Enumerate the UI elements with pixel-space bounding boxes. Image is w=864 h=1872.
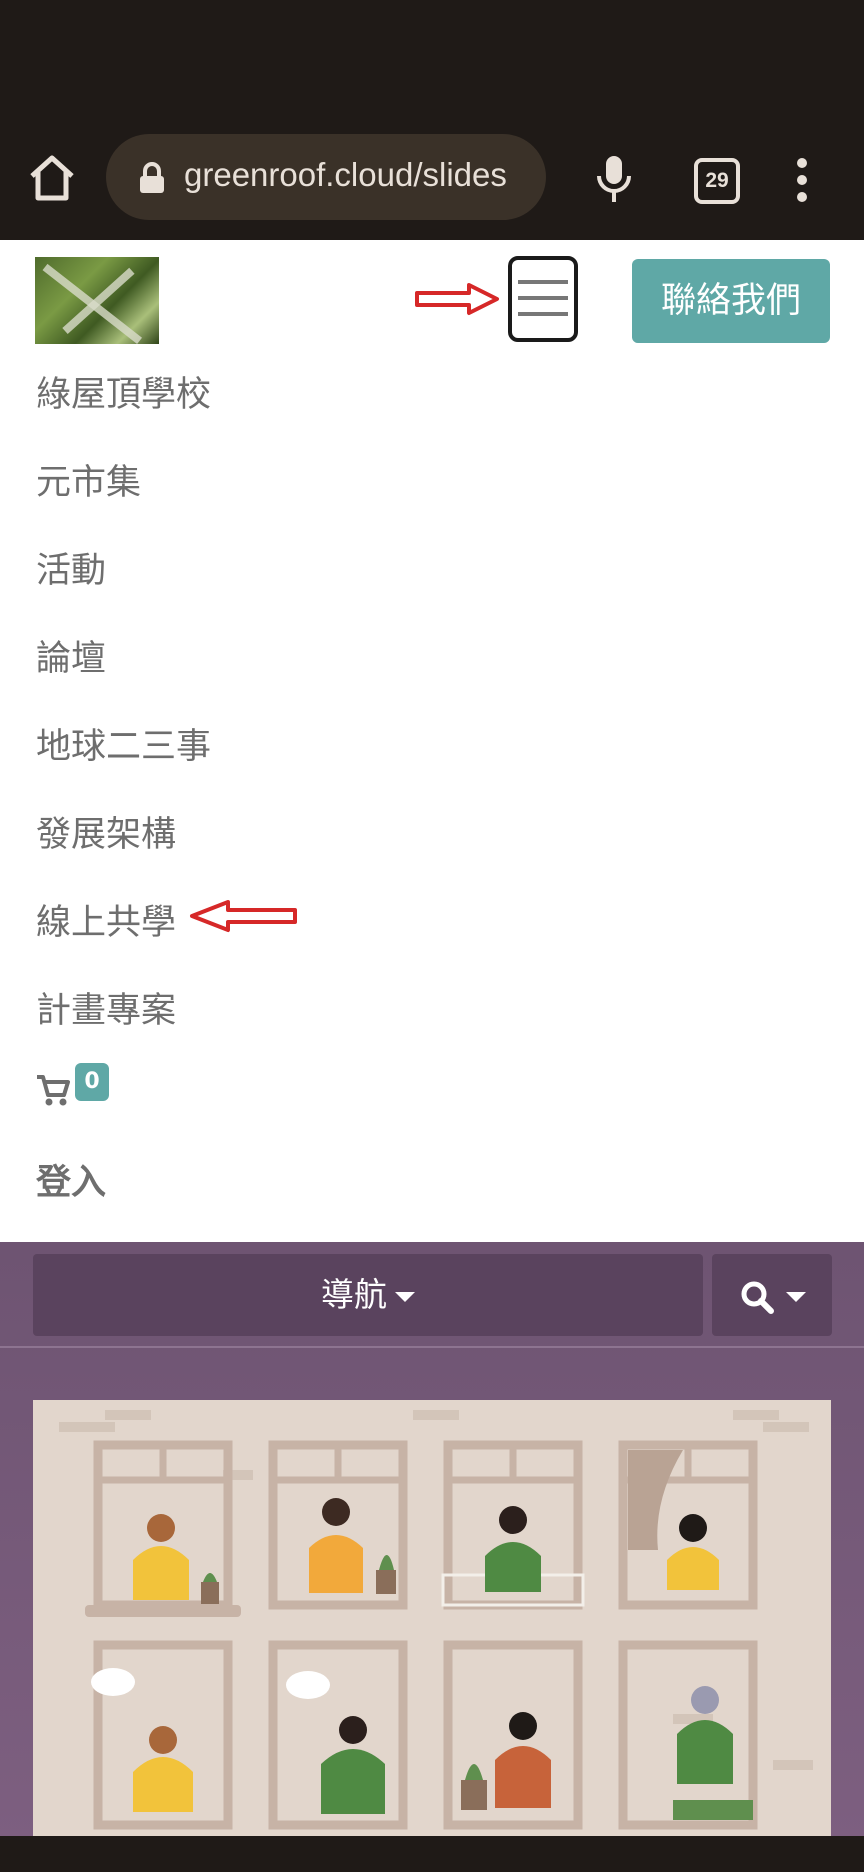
caret-down-icon xyxy=(395,1291,415,1302)
annotation-arrow-left xyxy=(190,900,297,932)
navigation-label: 導航 xyxy=(321,1275,387,1314)
navigation-dropdown[interactable]: 導航 xyxy=(33,1254,703,1336)
status-bar xyxy=(0,0,864,128)
search-icon xyxy=(741,1281,774,1314)
menu-item-projects[interactable]: 計畫專案 xyxy=(36,982,176,1033)
menu-item-earth-matters[interactable]: 地球二三事 xyxy=(36,718,211,769)
menu-item-framework[interactable]: 發展架構 xyxy=(36,806,176,857)
menu-item-events[interactable]: 活動 xyxy=(36,542,106,593)
lock-icon xyxy=(140,162,164,193)
caret-down-icon xyxy=(786,1292,806,1302)
contact-button[interactable]: 聯絡我們 xyxy=(632,259,830,343)
menu-item-online-learning[interactable]: 線上共學 xyxy=(36,894,176,945)
more-vert-icon[interactable] xyxy=(796,158,808,202)
divider xyxy=(0,1346,864,1348)
menu-item-forum[interactable]: 論壇 xyxy=(36,630,106,681)
navigation-bar xyxy=(0,1836,864,1872)
site-logo[interactable] xyxy=(35,257,159,345)
menu-toggle-button[interactable] xyxy=(508,256,578,342)
home-icon[interactable] xyxy=(24,150,80,206)
login-link[interactable]: 登入 xyxy=(36,1154,106,1205)
tabs-icon[interactable]: 29 xyxy=(694,158,740,204)
hero-illustration xyxy=(33,1400,831,1836)
annotation-arrow-right xyxy=(415,283,499,315)
cart-count-badge: 0 xyxy=(75,1063,109,1101)
microphone-icon[interactable] xyxy=(594,154,634,204)
cart-icon[interactable] xyxy=(36,1073,70,1107)
address-bar[interactable]: greenroof.cloud/slides xyxy=(106,134,546,220)
menu-item-market[interactable]: 元市集 xyxy=(36,454,141,505)
url-text: greenroof.cloud/slides xyxy=(184,156,507,193)
menu-item-green-roof-school[interactable]: 綠屋頂學校 xyxy=(36,366,211,417)
search-dropdown[interactable] xyxy=(712,1254,832,1336)
